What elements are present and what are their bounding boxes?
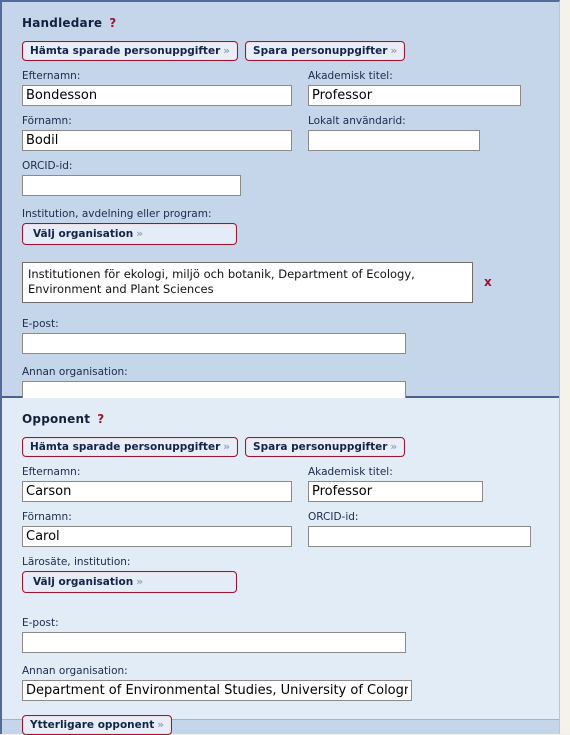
opponent-email-label: E-post: <box>22 617 59 629</box>
section-opponent: Opponent? Hämta sparade personuppgifter»… <box>2 398 559 735</box>
opponent-action-buttons: Hämta sparade personuppgifter» Spara pers… <box>22 437 542 457</box>
handledare-title-group: Akademisk titel: <box>308 70 521 106</box>
handledare-action-buttons: Hämta sparade personuppgifter» Spara pers… <box>22 41 542 61</box>
opponent-organisation-label: Lärosäte, institution: <box>22 556 131 568</box>
opponent-select-organisation-label: Välj organisation <box>33 576 134 588</box>
opponent-title-input[interactable] <box>308 481 483 502</box>
opponent-orcid-input[interactable] <box>308 526 531 547</box>
handledare-remove-organisation-icon[interactable]: x <box>484 276 492 288</box>
save-person-data-button[interactable]: Spara personuppgifter» <box>245 41 406 61</box>
handledare-orcid-group: ORCID-id: <box>22 160 542 196</box>
opponent-lastname-input[interactable] <box>22 481 292 502</box>
handledare-email-group: E-post: <box>22 318 542 354</box>
chevron-right-icon: » <box>223 45 231 57</box>
opponent-firstname-label: Förnamn: <box>22 511 72 523</box>
handledare-localid-input[interactable] <box>308 130 480 151</box>
opponent-row-name-title: Efternamn: Akademisk titel: <box>22 466 542 505</box>
section-handledare-inner: Handledare? Hämta sparade personuppgifte… <box>22 16 542 436</box>
handledare-orcid-label: ORCID-id: <box>22 160 73 172</box>
handledare-row-name-title: Efternamn: Akademisk titel: <box>22 70 542 109</box>
fetch-saved-person-data-label: Hämta sparade personuppgifter <box>30 45 221 57</box>
handledare-firstname-input[interactable] <box>22 130 292 151</box>
handledare-localid-group: Lokalt användarid: <box>308 115 480 151</box>
handledare-otherorg-label: Annan organisation: <box>22 366 128 378</box>
handledare-orcid-input[interactable] <box>22 175 241 196</box>
opponent-otherorg-input[interactable] <box>22 680 412 701</box>
save-person-data-label: Spara personuppgifter <box>253 441 388 453</box>
handledare-title-label: Akademisk titel: <box>308 70 393 82</box>
section-handledare: Handledare? Hämta sparade personuppgifte… <box>2 2 559 436</box>
chevron-right-icon: » <box>136 228 143 240</box>
chevron-right-icon: » <box>390 45 398 57</box>
opponent-select-organisation-button[interactable]: Välj organisation» <box>22 571 237 593</box>
form-frame: Handledare? Hämta sparade personuppgifte… <box>0 0 560 735</box>
chevron-right-icon: » <box>157 719 165 731</box>
handledare-firstname-label: Förnamn: <box>22 115 72 127</box>
handledare-select-organisation-button[interactable]: Välj organisation» <box>22 223 237 245</box>
help-question-icon[interactable]: ? <box>97 412 104 426</box>
handledare-firstname-group: Förnamn: <box>22 115 292 151</box>
add-more-opponent-button[interactable]: Ytterligare opponent» <box>22 715 173 735</box>
help-question-icon[interactable]: ? <box>109 16 116 30</box>
handledare-otherorg-group: Annan organisation: <box>22 366 542 402</box>
section-handledare-heading: Handledare? <box>22 16 542 30</box>
opponent-lastname-label: Efternamn: <box>22 466 81 478</box>
opponent-row-firstname-orcid: Förnamn: ORCID-id: <box>22 511 542 550</box>
handledare-lastname-label: Efternamn: <box>22 70 81 82</box>
fetch-saved-person-data-button[interactable]: Hämta sparade personuppgifter» <box>22 437 239 457</box>
page-root: Handledare? Hämta sparade personuppgifte… <box>0 0 570 735</box>
opponent-lastname-group: Efternamn: <box>22 466 292 502</box>
opponent-orcid-group: ORCID-id: <box>308 511 531 547</box>
section-opponent-inner: Opponent? Hämta sparade personuppgifter»… <box>22 412 542 735</box>
handledare-title-input[interactable] <box>308 85 521 106</box>
opponent-email-input[interactable] <box>22 632 406 653</box>
save-person-data-label: Spara personuppgifter <box>253 45 388 57</box>
handledare-select-organisation-label: Välj organisation <box>33 228 134 240</box>
handledare-row-firstname-localid: Förnamn: Lokalt användarid: <box>22 115 542 154</box>
opponent-title-label: Akademisk titel: <box>308 466 393 478</box>
handledare-organisation-label: Institution, avdelning eller program: <box>22 208 212 220</box>
opponent-otherorg-group: Annan organisation: <box>22 665 542 701</box>
handledare-localid-label: Lokalt användarid: <box>308 115 406 127</box>
handledare-organisation-group: Institution, avdelning eller program: Vä… <box>22 208 542 245</box>
handledare-lastname-input[interactable] <box>22 85 292 106</box>
opponent-orcid-label: ORCID-id: <box>308 511 359 523</box>
handledare-organisation-value[interactable]: Institutionen för ekologi, miljö och bot… <box>22 262 473 303</box>
section-handledare-title: Handledare <box>22 16 103 30</box>
chevron-right-icon: » <box>223 441 231 453</box>
opponent-otherorg-label: Annan organisation: <box>22 665 128 677</box>
handledare-organisation-value-row: Institutionen för ekologi, miljö och bot… <box>22 262 542 306</box>
handledare-lastname-group: Efternamn: <box>22 70 292 106</box>
section-opponent-heading: Opponent? <box>22 412 542 426</box>
section-opponent-title: Opponent <box>22 412 91 426</box>
opponent-organisation-group: Lärosäte, institution: Välj organisation… <box>22 556 542 593</box>
chevron-right-icon: » <box>136 576 143 588</box>
handledare-email-input[interactable] <box>22 333 406 354</box>
save-person-data-button[interactable]: Spara personuppgifter» <box>245 437 406 457</box>
fetch-saved-person-data-label: Hämta sparade personuppgifter <box>30 441 221 453</box>
add-more-opponent-label: Ytterligare opponent <box>30 719 155 731</box>
opponent-firstname-group: Förnamn: <box>22 511 292 547</box>
opponent-title-group: Akademisk titel: <box>308 466 483 502</box>
handledare-email-label: E-post: <box>22 318 59 330</box>
opponent-email-group: E-post: <box>22 617 542 653</box>
fetch-saved-person-data-button[interactable]: Hämta sparade personuppgifter» <box>22 41 239 61</box>
opponent-firstname-input[interactable] <box>22 526 292 547</box>
chevron-right-icon: » <box>390 441 398 453</box>
